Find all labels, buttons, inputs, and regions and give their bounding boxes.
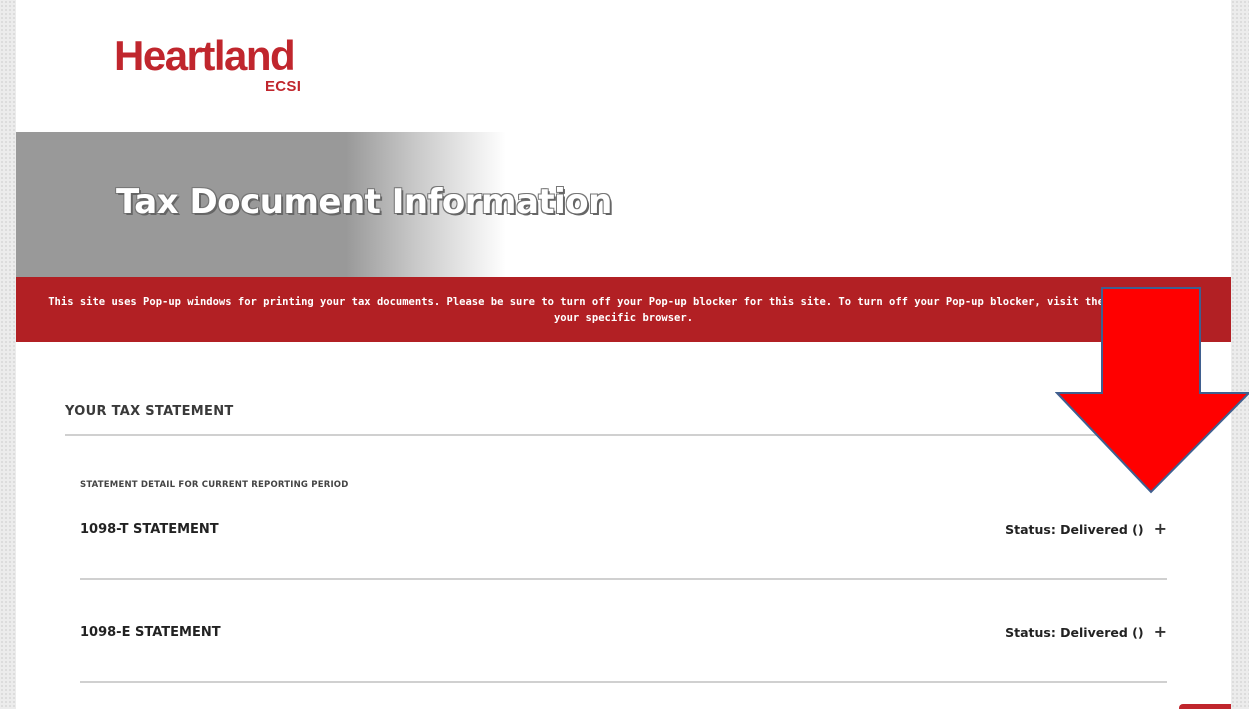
divider [80,681,1167,683]
statement-status-toggle[interactable]: Status: Delivered () + [1005,624,1167,640]
status-text: Status: Delivered () [1005,624,1144,640]
hero-banner: Tax Document Information [16,132,1231,277]
statement-name: 1098-E STATEMENT [80,624,221,640]
statement-status-toggle[interactable]: Status: Delivered () + [1005,521,1167,537]
divider [65,434,1168,436]
statement-name: 1098-T STATEMENT [80,521,219,537]
logo-wordmark: Heartland [114,32,296,79]
divider [80,578,1167,580]
left-margin [0,0,16,709]
status-text: Status: Delivered () [1005,521,1144,537]
corner-tab[interactable] [1179,704,1231,709]
heartland-logo[interactable]: Heartland ECSI [114,32,301,96]
plus-icon[interactable]: + [1154,624,1167,640]
down-arrow-icon [1055,287,1249,494]
plus-icon[interactable]: + [1154,521,1167,537]
page-title: Tax Document Information [116,182,612,222]
popup-notice-text: This site uses Pop-up windows for printi… [48,295,1199,324]
section-heading: YOUR TAX STATEMENT [65,404,234,419]
popup-notice-banner: This site uses Pop-up windows for printi… [16,277,1231,342]
section-subheading: STATEMENT DETAIL FOR CURRENT REPORTING P… [80,480,349,490]
statement-row-1098-e[interactable]: 1098-E STATEMENT Status: Delivered () + [80,621,1167,643]
statement-row-1098-t[interactable]: 1098-T STATEMENT Status: Delivered () + [80,518,1167,540]
logo-subtext: ECSI [265,78,302,95]
page: Heartland ECSI Tax Document Information … [16,0,1231,709]
